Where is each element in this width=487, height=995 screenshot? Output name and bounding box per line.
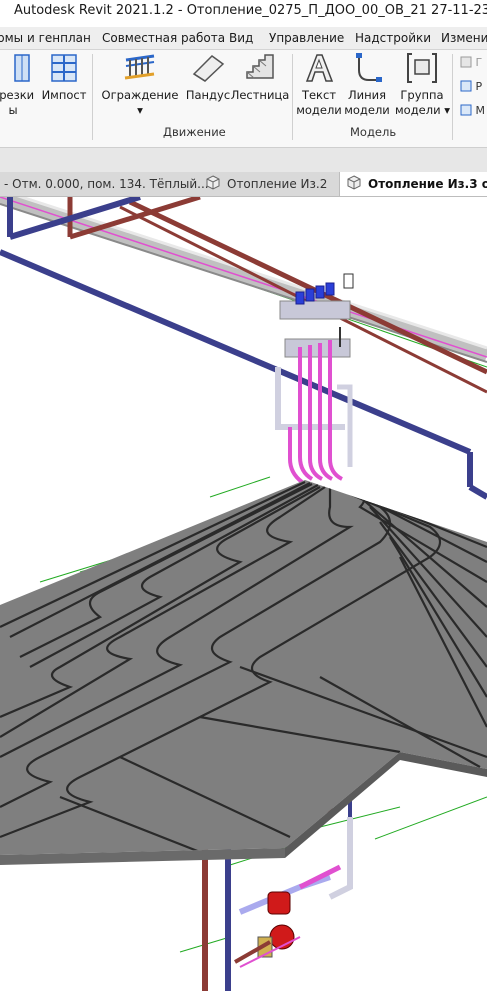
stair-label: Лестница xyxy=(230,88,290,102)
model-line-label-2: модели xyxy=(344,103,390,117)
model-group-label: Группа xyxy=(400,88,444,102)
panel-label-model: Модель xyxy=(350,125,397,139)
curtain-grid-icon xyxy=(14,54,30,82)
model-text-icon xyxy=(305,54,334,82)
tab-view[interactable]: Вид xyxy=(229,27,253,49)
stair-button[interactable]: Лестница xyxy=(230,52,290,103)
view-tab-heating-2[interactable]: Отопление Из.2 xyxy=(205,172,327,196)
view-tab-heating-3-label: Отопление Из.3 от 7 xyxy=(368,177,487,191)
manifold-loop-pipes xyxy=(288,340,343,484)
manifold-air-vent-icon xyxy=(343,273,354,289)
curtain-grid-button[interactable]: Зрезки ы xyxy=(0,52,38,118)
3d-model-canvas[interactable] xyxy=(0,188,487,991)
panel-divider xyxy=(452,54,453,140)
ramp-label: Пандус xyxy=(185,88,231,102)
panel-divider xyxy=(92,54,93,140)
model-line-button[interactable]: Линия модели xyxy=(343,52,391,118)
options-bar xyxy=(0,148,487,172)
ramp-icon xyxy=(192,55,225,82)
ribbon-tab-bar: рмы и генплан Совместная работа Вид Упра… xyxy=(0,27,487,50)
model-line-icon xyxy=(356,53,382,82)
cube-view-icon xyxy=(206,175,220,190)
panel-divider xyxy=(292,54,293,140)
cube-view-icon xyxy=(347,175,361,190)
small-tool-2-label: Р xyxy=(475,80,483,93)
tab-massing-site[interactable]: рмы и генплан xyxy=(0,27,91,49)
view-tab-heating-3[interactable]: Отопление Из.3 от 7 xyxy=(339,172,487,196)
model-group-icon xyxy=(407,53,437,83)
window-title: Autodesk Revit 2021.1.2 - Отопление_0275… xyxy=(14,3,487,18)
ribbon-panel: Зрезки ы Импост Ограждение ▾ Пандус Лест… xyxy=(0,50,487,148)
railing-label: Ограждение xyxy=(101,88,179,102)
small-tool-3-icon xyxy=(460,104,472,116)
panel-label-movement: Движение xyxy=(163,125,226,139)
small-tool-3-label: М xyxy=(475,104,486,117)
mullion-icon xyxy=(51,54,77,82)
mullion-button[interactable]: Импост xyxy=(40,52,88,103)
magenta-line xyxy=(0,196,487,358)
small-tool-1-label: Г xyxy=(475,56,483,69)
ramp-button[interactable]: Пандус xyxy=(183,52,233,103)
title-bar: Autodesk Revit 2021.1.2 - Отопление_0275… xyxy=(0,0,487,27)
railing-icon xyxy=(124,54,155,80)
view-tab-heating-2-label: Отопление Из.2 xyxy=(227,177,328,191)
stair-icon xyxy=(246,54,274,79)
small-tool-1-icon xyxy=(460,56,472,68)
railing-button[interactable]: Ограждение ▾ xyxy=(101,52,179,118)
tab-manage[interactable]: Управление xyxy=(269,27,344,49)
railing-dropdown-arrow: ▾ xyxy=(137,103,143,117)
curtain-grid-label: Зрезки xyxy=(0,88,35,102)
curtain-grid-label-2: ы xyxy=(8,103,18,117)
mullion-label: Импост xyxy=(41,88,87,102)
tab-addins[interactable]: Надстройки xyxy=(355,27,431,49)
small-tool-3[interactable]: М xyxy=(460,104,485,117)
small-tool-1[interactable]: Г xyxy=(460,56,482,69)
model-text-button[interactable]: Текст модели xyxy=(295,52,343,118)
tab-modify[interactable]: Изменить xyxy=(441,27,487,49)
view-tab-floor-plan[interactable]: - Отм. 0.000, пом. 134. Тёплый... xyxy=(4,172,209,196)
small-tool-2[interactable]: Р xyxy=(460,80,482,93)
3d-viewport[interactable] xyxy=(0,188,487,991)
view-tab-bar: - Отм. 0.000, пом. 134. Тёплый... Отопле… xyxy=(0,172,487,197)
small-tool-2-icon xyxy=(460,80,472,92)
model-group-button[interactable]: Группа модели ▾ xyxy=(395,52,450,118)
tab-collaborate[interactable]: Совместная работа xyxy=(102,27,225,49)
model-text-label: Текст xyxy=(301,88,337,102)
model-text-label-2: модели xyxy=(296,103,342,117)
circulation-pump-icon xyxy=(267,891,291,915)
view-tab-floor-plan-label: - Отм. 0.000, пом. 134. Тёплый... xyxy=(4,177,209,191)
model-line-label: Линия xyxy=(347,88,387,102)
model-group-label-2: модели ▾ xyxy=(395,103,450,117)
